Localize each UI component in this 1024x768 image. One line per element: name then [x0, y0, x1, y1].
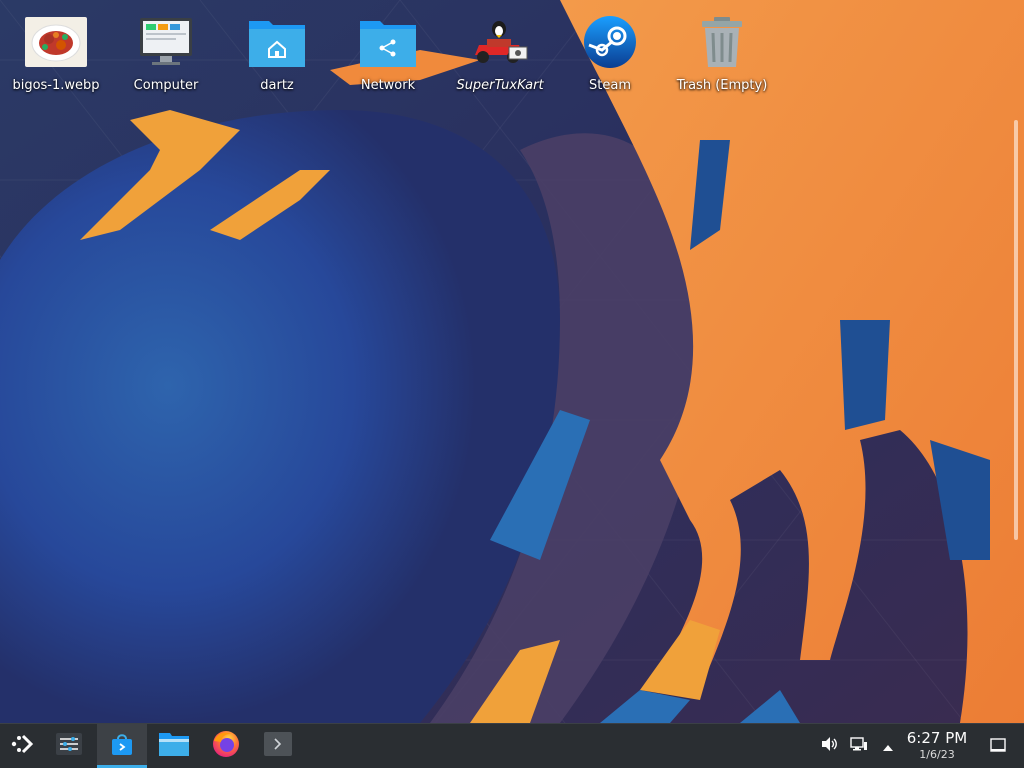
- home-folder-icon: [245, 10, 309, 74]
- desktop-icon-supertuxkart[interactable]: SuperTuxKart: [450, 10, 550, 100]
- network-folder-icon: [356, 10, 420, 74]
- desktop-icon-trash[interactable]: Trash (Empty): [672, 10, 772, 100]
- taskbar-firefox-button[interactable]: [201, 724, 251, 768]
- taskbar-panel: 6:27 PM 1/6/23: [0, 723, 1024, 768]
- folder-icon: [158, 731, 190, 761]
- taskbar-discover-button[interactable]: [97, 724, 147, 768]
- desktop-icon-bigos[interactable]: bigos-1.webp: [6, 10, 106, 100]
- taskbar-settings-button[interactable]: [44, 724, 94, 768]
- desktop-icon-network[interactable]: Network: [338, 10, 438, 100]
- network-tray-button[interactable]: [846, 724, 872, 768]
- wired-network-icon: [850, 736, 868, 756]
- desktop-icon-computer[interactable]: Computer: [116, 10, 216, 100]
- desktop-icon-label: bigos-1.webp: [12, 78, 100, 93]
- store-bag-icon: [109, 731, 135, 761]
- taskbar-dolphin-button[interactable]: [149, 724, 199, 768]
- desktop-icon-label: Trash (Empty): [676, 78, 768, 93]
- image-thumbnail-icon: [24, 10, 88, 74]
- sliders-icon: [55, 732, 83, 760]
- desktop-icon-label: SuperTuxKart: [456, 78, 544, 93]
- speaker-icon: [820, 736, 838, 756]
- clock-time: 6:27 PM: [906, 729, 968, 747]
- desktop-icon-dartz[interactable]: dartz: [227, 10, 327, 100]
- clock-date: 1/6/23: [919, 748, 955, 761]
- app-launcher-icon: [9, 731, 35, 761]
- computer-icon: [134, 10, 198, 74]
- desktop-icon-label: Steam: [589, 78, 631, 93]
- desktop-wallpaper: [0, 0, 1024, 768]
- desktop-icon-steam[interactable]: Steam: [560, 10, 660, 100]
- tray-expand-button[interactable]: [875, 724, 901, 768]
- digital-clock[interactable]: 6:27 PM 1/6/23: [900, 728, 974, 762]
- show-desktop-button[interactable]: [985, 724, 1011, 768]
- desktop-icon-label: Computer: [133, 78, 199, 93]
- trash-icon: [690, 10, 754, 74]
- supertuxkart-icon: [468, 10, 532, 74]
- steam-icon: [578, 10, 642, 74]
- firefox-icon: [211, 729, 241, 763]
- taskbar-konsole-button[interactable]: [253, 724, 303, 768]
- desktop-icon-label: dartz: [260, 78, 294, 93]
- arrow-up-icon: [882, 737, 894, 756]
- desktop-icon-label: Network: [360, 78, 416, 93]
- desktop-edge-scrollbar: [1014, 120, 1018, 540]
- volume-tray-button[interactable]: [816, 724, 842, 768]
- app-launcher-button[interactable]: [0, 724, 44, 768]
- show-desktop-icon: [990, 737, 1006, 756]
- terminal-icon: [263, 731, 293, 761]
